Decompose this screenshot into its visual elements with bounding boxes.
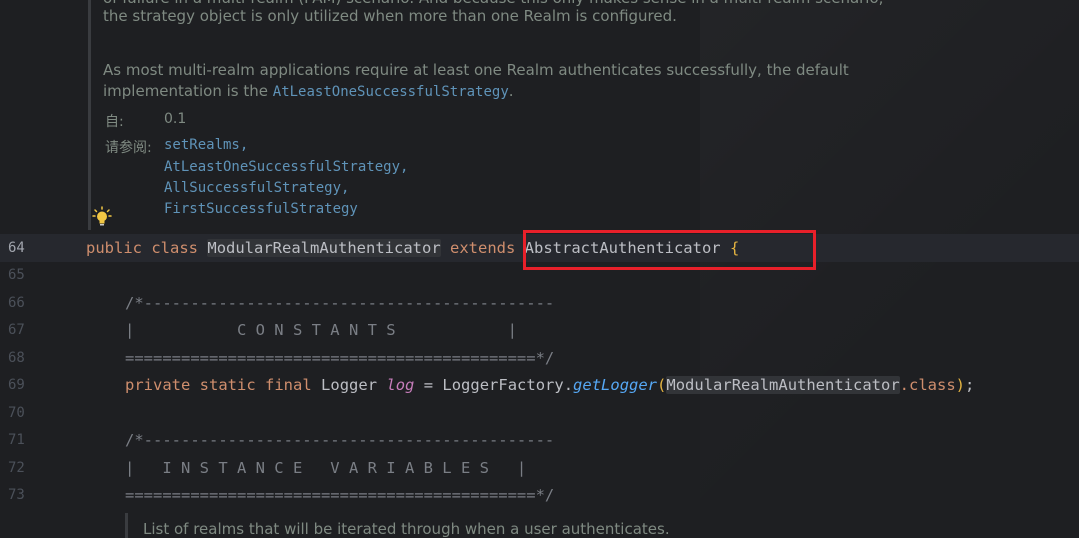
semicolon: ; [965,376,975,394]
doc-text-fragment: implementation is the [103,82,273,100]
line-number: 68 [8,350,25,366]
line-number: 65 [8,267,25,283]
doc-link[interactable]: AtLeastOneSuccessfulStrategy [273,84,509,100]
since-value: 0.1 [164,111,187,127]
keyword: final [265,376,312,394]
code-line-69[interactable]: private static final Logger log = Logger… [125,375,974,395]
highlight-annotation-box [523,230,816,270]
code-line-67[interactable]: | C O N S T A N T S | [125,320,517,340]
keyword: public [86,239,142,257]
doc-comment-bar [88,0,91,230]
lightbulb-icon[interactable] [92,206,112,228]
line-number: 67 [8,322,25,338]
see-link-firstsuccessful[interactable]: FirstSuccessfulStrategy [164,201,358,217]
doc-line: As most multi-realm applications require… [103,61,849,79]
class-keyword: .class [899,376,956,394]
code-line-66[interactable]: /*--------------------------------------… [125,293,554,313]
code-line-72[interactable]: | I N S T A N C E V A R I A B L E S | [125,458,526,478]
keyword: extends [450,239,516,257]
doc-text-fragment: . [508,82,514,100]
keyword: class [151,239,199,257]
factory-name: LoggerFactory. [442,376,574,394]
line-number: 72 [8,460,25,476]
line-number: 70 [8,405,25,421]
doc-line: List of realms that will be iterated thr… [143,520,670,538]
close-paren: ) [955,376,966,394]
open-paren: ( [657,376,667,394]
line-number: 66 [8,295,25,311]
keyword: private [125,376,191,394]
line-number: 71 [8,432,25,448]
line-number: 64 [8,240,25,256]
see-link-atleastone[interactable]: AtLeastOneSuccessfulStrategy, [164,159,408,175]
since-label: 自: [105,114,124,130]
doc-line: the strategy object is only utilized whe… [103,7,677,25]
assign-operator: = [414,376,443,394]
class-name[interactable]: ModularRealmAuthenticator [207,239,441,257]
field-name: log [386,376,415,394]
code-editor[interactable]: of failure in a multi-realm (PAM) scenar… [0,0,1079,538]
line-number: 73 [8,487,25,503]
type-name: Logger [321,376,378,394]
see-link-allsuccessful[interactable]: AllSuccessfulStrategy, [164,180,349,196]
doc-comment-bar [125,513,128,538]
code-line-73[interactable]: ========================================… [125,485,554,505]
class-reference: ModularRealmAuthenticator [666,376,900,394]
keyword: static [199,376,256,394]
code-line-68[interactable]: ========================================… [125,348,554,368]
line-number: 69 [8,377,25,393]
code-line-71[interactable]: /*--------------------------------------… [125,430,554,450]
see-label: 请参阅: [105,140,152,156]
doc-line: implementation is the AtLeastOneSuccessf… [103,81,514,102]
method-call: getLogger [573,376,658,394]
see-link-setrealms[interactable]: setRealms, [164,137,248,153]
